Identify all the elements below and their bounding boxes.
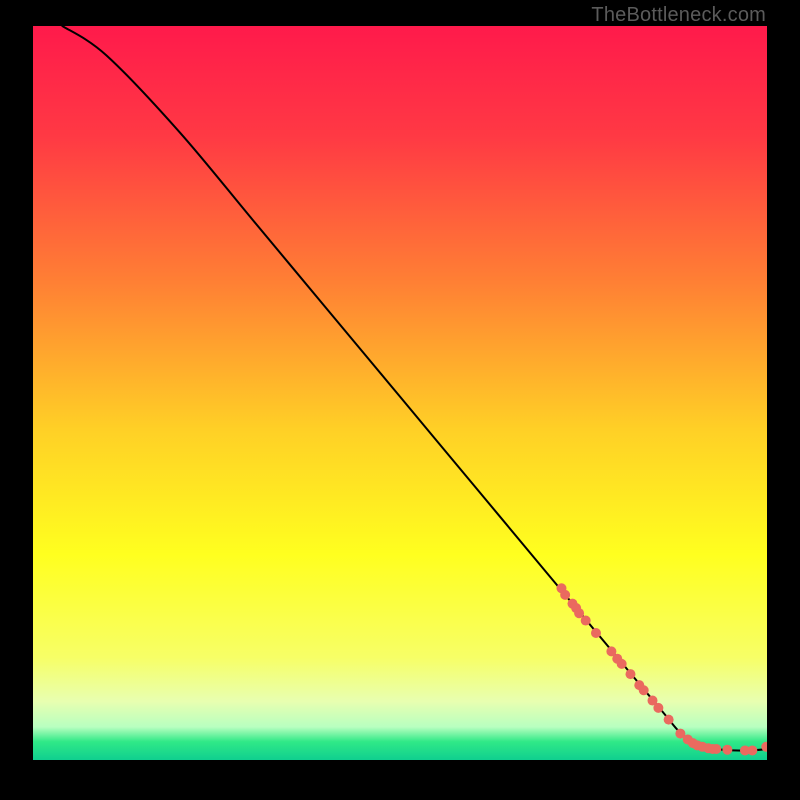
chart-background xyxy=(33,26,767,760)
highlighted-point xyxy=(560,590,570,600)
highlighted-point xyxy=(664,715,674,725)
highlighted-point xyxy=(711,744,721,754)
watermark-text: TheBottleneck.com xyxy=(591,4,766,27)
highlighted-point xyxy=(653,703,663,713)
highlighted-point xyxy=(747,745,757,755)
highlighted-point xyxy=(722,745,732,755)
highlighted-point xyxy=(581,616,591,626)
highlighted-point xyxy=(639,685,649,695)
highlighted-point xyxy=(617,659,627,669)
highlighted-point xyxy=(625,669,635,679)
chart-svg xyxy=(33,26,767,760)
chart-plot-area xyxy=(33,26,767,760)
highlighted-point xyxy=(591,628,601,638)
